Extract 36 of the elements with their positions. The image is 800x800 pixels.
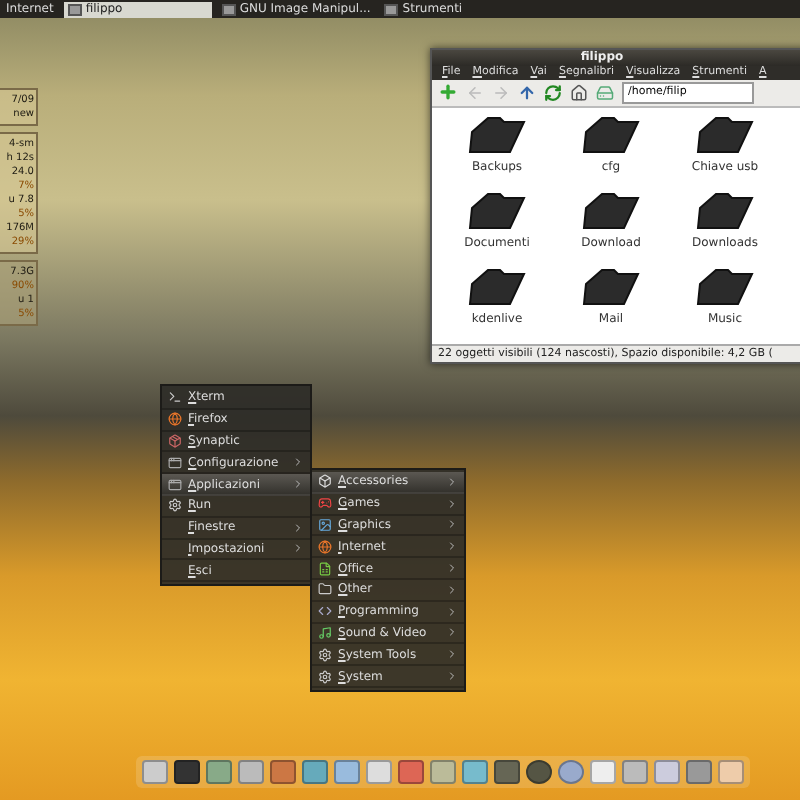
gear-icon [318, 669, 332, 684]
folder-icon [581, 116, 641, 156]
folder-icon [695, 192, 755, 232]
up-icon[interactable] [518, 83, 536, 102]
music-icon [318, 625, 332, 640]
app-icon[interactable] [526, 760, 552, 784]
folder-icon [581, 192, 641, 232]
home-icon[interactable] [570, 83, 588, 102]
globe-icon [168, 412, 182, 427]
globe-icon [318, 539, 332, 554]
folder-icon [467, 116, 527, 156]
box-icon [318, 474, 332, 489]
window-icon [168, 477, 182, 492]
window-icon [384, 3, 399, 15]
forward-icon[interactable] [492, 83, 510, 102]
plus-icon[interactable] [438, 82, 458, 103]
gear-icon [168, 498, 182, 513]
folder-icon [695, 268, 755, 308]
terminal-icon [168, 390, 182, 405]
window-icon [168, 455, 182, 470]
folder-icon [467, 192, 527, 232]
image-icon [318, 517, 332, 532]
refresh-icon[interactable] [544, 83, 562, 102]
folder-icon [318, 582, 332, 597]
code-icon [318, 604, 332, 619]
back-icon[interactable] [466, 83, 484, 102]
folder-icon [467, 268, 527, 308]
window-icon [221, 3, 236, 15]
drive-icon[interactable] [596, 83, 614, 102]
window-icon [67, 3, 82, 15]
folder-icon [581, 268, 641, 308]
package-icon [168, 433, 182, 448]
folder-icon [695, 116, 755, 156]
sheet-icon [318, 561, 332, 576]
gear-icon [318, 647, 332, 662]
gamepad-icon [318, 496, 332, 511]
